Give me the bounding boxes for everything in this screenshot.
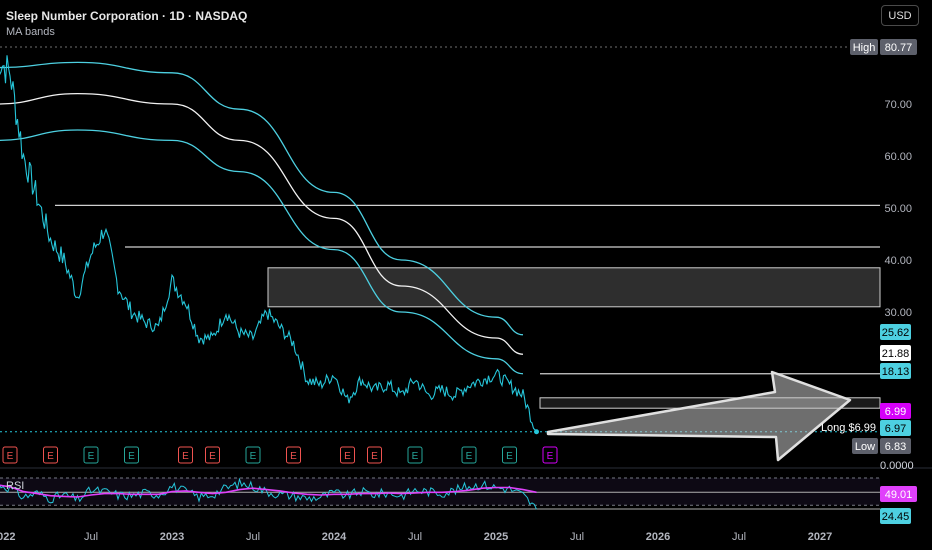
earnings-marker[interactable]: E xyxy=(124,446,139,464)
price-tick-label: 30.00 xyxy=(884,307,912,319)
time-tick-label: Jul xyxy=(84,531,98,543)
high-label: High xyxy=(850,39,878,55)
time-tick-label: 2027 xyxy=(808,531,832,543)
earnings-marker[interactable]: E xyxy=(340,446,355,464)
position-label: Long $6.99 xyxy=(821,422,876,434)
high-label-text: High xyxy=(853,42,876,54)
low-label: Low xyxy=(852,438,878,454)
time-tick-label: 2022 xyxy=(0,531,15,543)
earnings-marker[interactable]: E xyxy=(83,446,99,464)
time-tick-label: Jul xyxy=(570,531,584,543)
middle-band-value-text: 21.88 xyxy=(882,348,910,360)
time-tick-label: 2023 xyxy=(160,531,184,543)
price-series-line xyxy=(0,55,537,432)
upper-band-value-text: 25.62 xyxy=(882,327,910,339)
lower-band-value: 18.13 xyxy=(880,363,911,379)
middle-band-value: 21.88 xyxy=(880,345,911,361)
earnings-marker-label: E xyxy=(344,451,351,462)
earnings-marker-label: E xyxy=(182,451,189,462)
last-price-value: 6.97 xyxy=(880,420,911,436)
rsi-value: 24.45 xyxy=(880,508,911,524)
earnings-marker[interactable]: E xyxy=(367,446,382,464)
price-tick-label: 70.00 xyxy=(884,99,912,111)
rsi-ma-value: 49.01 xyxy=(880,486,917,502)
price-tick-label: 40.00 xyxy=(884,255,912,267)
time-tick-label: Jul xyxy=(732,531,746,543)
low-label-text: Low xyxy=(855,441,875,453)
earnings-marker[interactable]: E xyxy=(205,446,220,464)
earnings-marker[interactable]: E xyxy=(2,446,18,464)
lower-band-value-text: 18.13 xyxy=(882,366,910,378)
earnings-marker[interactable]: E xyxy=(461,446,477,464)
earnings-marker-label: E xyxy=(547,451,554,462)
earnings-marker[interactable]: E xyxy=(502,446,517,464)
low-value: 6.83 xyxy=(880,438,911,454)
high-value-text: 80.77 xyxy=(885,42,913,54)
earnings-marker-label: E xyxy=(412,451,419,462)
earnings-marker[interactable]: E xyxy=(542,446,558,464)
earnings-marker[interactable]: E xyxy=(178,446,193,464)
high-value: 80.77 xyxy=(880,39,917,55)
rsi-zero-label: 0.0000 xyxy=(880,460,914,472)
earnings-marker-label: E xyxy=(250,451,257,462)
chart-canvas[interactable]: E E E E E E E E E E E E E E RSI 70.00 60.00 50.00 40.00 3… xyxy=(0,0,932,550)
low-value-text: 6.83 xyxy=(885,441,906,453)
earnings-marker-label: E xyxy=(47,451,54,462)
earnings-marker-label: E xyxy=(7,451,14,462)
last-price-dot xyxy=(534,429,539,435)
ma-band-lower xyxy=(0,129,524,375)
earnings-marker[interactable]: E xyxy=(407,446,423,464)
time-tick-label: Jul xyxy=(246,531,260,543)
earnings-marker-label: E xyxy=(466,451,473,462)
earnings-marker-label: E xyxy=(88,451,95,462)
last-price-value-text: 6.97 xyxy=(885,423,906,435)
price-zone-box xyxy=(267,267,881,308)
rsi-title: RSI xyxy=(6,480,24,492)
earnings-marker-label: E xyxy=(209,451,216,462)
time-tick-label: 2024 xyxy=(322,531,347,543)
time-tick-label: Jul xyxy=(408,531,422,543)
earnings-marker[interactable]: E xyxy=(245,446,261,464)
earnings-marker[interactable]: E xyxy=(43,446,58,464)
price-tick-label: 50.00 xyxy=(884,203,912,215)
earnings-marker-label: E xyxy=(371,451,378,462)
time-tick-label: 2026 xyxy=(646,531,670,543)
earnings-marker[interactable]: E xyxy=(286,446,301,464)
earnings-marker-label: E xyxy=(290,451,297,462)
earnings-marker-label: E xyxy=(128,451,135,462)
rsi-value-text: 24.45 xyxy=(882,511,910,523)
earnings-marker-label: E xyxy=(506,451,513,462)
projection-arrow xyxy=(546,370,852,462)
position-price-value: 6.99 xyxy=(880,403,911,419)
upper-band-value: 25.62 xyxy=(880,324,911,340)
rsi-ma-value-text: 49.01 xyxy=(885,489,913,501)
price-tick-label: 60.00 xyxy=(884,151,912,163)
position-price-value-text: 6.99 xyxy=(885,406,906,418)
time-tick-label: 2025 xyxy=(484,531,508,543)
